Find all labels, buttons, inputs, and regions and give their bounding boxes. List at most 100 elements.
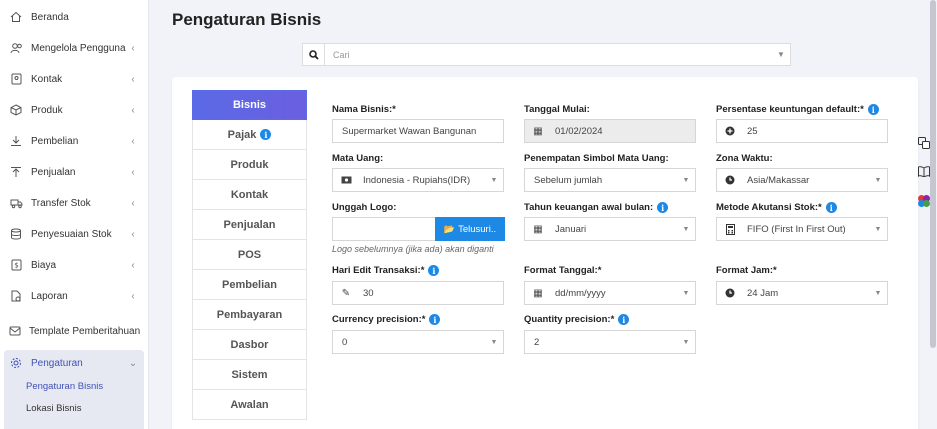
sidebar-item-label: Biaya xyxy=(31,259,57,271)
dropdown-arrow-icon: ▼ xyxy=(682,338,690,346)
fy-start-label: Tahun keuangan awal bulan: i xyxy=(524,202,669,213)
purchase-icon xyxy=(9,134,23,148)
folder-icon: 📂 xyxy=(443,223,456,234)
tab-dasbor[interactable]: Dasbor xyxy=(192,330,307,360)
svg-text:$: $ xyxy=(14,262,18,270)
calendar-icon: ▦ xyxy=(533,125,543,137)
sidebar-item-label: Transfer Stok xyxy=(31,197,91,209)
info-icon[interactable]: i xyxy=(260,129,272,140)
clock-icon xyxy=(717,282,743,304)
quantity-precision-label: Quantity precision:* i xyxy=(524,314,630,325)
chevron-down-icon: ⌄ xyxy=(128,357,138,369)
start-date-label: Tanggal Mulai: xyxy=(524,104,590,115)
dropdown-arrow-icon: ▼ xyxy=(874,225,882,233)
calculator-icon xyxy=(717,218,743,240)
tab-bisnis[interactable]: Bisnis xyxy=(192,90,307,120)
plus-circle-icon xyxy=(717,120,743,142)
symbol-placement-label: Penempatan Simbol Mata Uang: xyxy=(524,153,669,164)
dropdown-arrow-icon: ▼ xyxy=(777,50,785,59)
sidebar-item-penyesuaian-stok[interactable]: Penyesuaian Stok ‹ xyxy=(4,221,144,247)
info-icon[interactable]: i xyxy=(825,202,837,213)
fy-start-select[interactable]: ▦ Januari ▼ xyxy=(524,217,696,241)
logo-file-input[interactable] xyxy=(332,217,436,241)
timezone-label: Zona Waktu: xyxy=(716,153,773,164)
sidebar-item-pembelian[interactable]: Pembelian ‹ xyxy=(4,128,144,154)
report-icon xyxy=(9,289,23,303)
sidebar-item-label: Pengaturan xyxy=(31,357,83,369)
start-date-field[interactable]: ▦ 01/02/2024 xyxy=(524,119,696,143)
tab-kontak[interactable]: Kontak xyxy=(192,180,307,210)
submenu-lokasi-bisnis[interactable]: Lokasi Bisnis xyxy=(26,403,81,414)
cube-icon xyxy=(9,103,23,117)
sidebar-item-produk[interactable]: Produk ‹ xyxy=(4,97,144,123)
tab-pembelian[interactable]: Pembelian xyxy=(192,270,307,300)
page-title: Pengaturan Bisnis xyxy=(172,10,322,29)
tab-penjualan[interactable]: Penjualan xyxy=(192,210,307,240)
chevron-left-icon: ‹ xyxy=(131,135,135,147)
truck-icon xyxy=(9,196,23,210)
accounting-method-select[interactable]: FIFO (First In First Out) ▼ xyxy=(716,217,888,241)
symbol-placement-select[interactable]: Sebelum jumlah ▼ xyxy=(524,168,696,192)
info-icon[interactable]: i xyxy=(618,314,630,325)
currency-precision-select[interactable]: 0 ▼ xyxy=(332,330,504,354)
sidebar-item-beranda[interactable]: Beranda xyxy=(4,4,144,30)
scrollbar-thumb[interactable] xyxy=(930,0,936,348)
database-icon xyxy=(9,227,23,241)
sidebar-item-laporan[interactable]: Laporan ‹ xyxy=(4,283,144,309)
date-format-select[interactable]: ▦ dd/mm/yyyy ▼ xyxy=(524,281,696,305)
info-icon[interactable]: i xyxy=(429,314,441,325)
sidebar-item-kontak[interactable]: Kontak ‹ xyxy=(4,66,144,92)
profit-percent-label: Persentase keuntungan default:* i xyxy=(716,104,879,115)
tab-sistem[interactable]: Sistem xyxy=(192,360,307,390)
business-name-label: Nama Bisnis:* xyxy=(332,104,396,115)
sidebar-item-penjualan[interactable]: Penjualan ‹ xyxy=(4,159,144,185)
browse-button[interactable]: 📂 Telusuri.. xyxy=(435,217,505,241)
sidebar-item-biaya[interactable]: $ Biaya ‹ xyxy=(4,252,144,278)
sidebar-item-label: Produk xyxy=(31,104,63,116)
business-name-field[interactable]: Supermarket Wawan Bangunan xyxy=(332,119,504,143)
currency-select[interactable]: Indonesia - Rupiahs(IDR) ▼ xyxy=(332,168,504,192)
chevron-left-icon: ‹ xyxy=(131,166,135,178)
dropdown-arrow-icon: ▼ xyxy=(682,176,690,184)
time-format-select[interactable]: 24 Jam ▼ xyxy=(716,281,888,305)
dropdown-arrow-icon: ▼ xyxy=(874,289,882,297)
sidebar-item-users[interactable]: Mengelola Pengguna ‹ xyxy=(4,35,144,61)
home-icon xyxy=(9,10,23,24)
dropdown-arrow-icon: ▼ xyxy=(682,225,690,233)
logo-helper-text: Logo sebelumnya (jika ada) akan diganti xyxy=(332,244,494,254)
sidebar-item-template-pemberitahuan[interactable]: Template Pemberitahuan xyxy=(4,318,144,344)
submenu-pengaturan-bisnis[interactable]: Pengaturan Bisnis xyxy=(26,381,103,392)
sidebar: Beranda Mengelola Pengguna ‹ Kontak ‹ Pr… xyxy=(0,0,149,429)
contact-icon xyxy=(9,72,23,86)
search-input[interactable]: Cari xyxy=(325,50,772,60)
tab-pembayaran[interactable]: Pembayaran xyxy=(192,300,307,330)
money-icon xyxy=(333,169,359,191)
timezone-select[interactable]: Asia/Makassar ▼ xyxy=(716,168,888,192)
info-icon[interactable]: i xyxy=(428,265,440,276)
sidebar-item-label: Template Pemberitahuan xyxy=(29,325,141,337)
tab-pajak[interactable]: Pajak i xyxy=(192,120,307,150)
sales-icon xyxy=(9,165,23,179)
profit-percent-field[interactable]: 25 xyxy=(716,119,888,143)
sidebar-item-label: Kontak xyxy=(31,73,63,85)
tab-pos[interactable]: POS xyxy=(192,240,307,270)
quantity-precision-select[interactable]: 2 ▼ xyxy=(524,330,696,354)
sidebar-item-label: Penjualan xyxy=(31,166,76,178)
info-icon[interactable]: i xyxy=(657,202,669,213)
accounting-method-label: Metode Akutansi Stok:* i xyxy=(716,202,837,213)
sidebar-item-transfer-stok[interactable]: Transfer Stok ‹ xyxy=(4,190,144,216)
edit-days-field[interactable]: ✎ 30 xyxy=(332,281,504,305)
sidebar-item-label: Mengelola Pengguna xyxy=(31,42,126,54)
chevron-left-icon: ‹ xyxy=(131,228,135,240)
sidebar-item-label: Penyesuaian Stok xyxy=(31,228,112,240)
settings-search[interactable]: Cari ▼ xyxy=(302,43,791,66)
tab-awalan[interactable]: Awalan xyxy=(192,390,307,420)
tab-produk[interactable]: Produk xyxy=(192,150,307,180)
edit-icon: ✎ xyxy=(341,287,351,299)
date-format-label: Format Tanggal:* xyxy=(524,265,602,276)
info-icon[interactable]: i xyxy=(867,104,879,115)
sidebar-item-label: Laporan xyxy=(31,290,68,302)
sidebar-item-pengaturan[interactable]: Pengaturan ⌄ xyxy=(4,350,144,376)
currency-label: Mata Uang: xyxy=(332,153,384,164)
sidebar-item-label: Beranda xyxy=(31,11,69,23)
